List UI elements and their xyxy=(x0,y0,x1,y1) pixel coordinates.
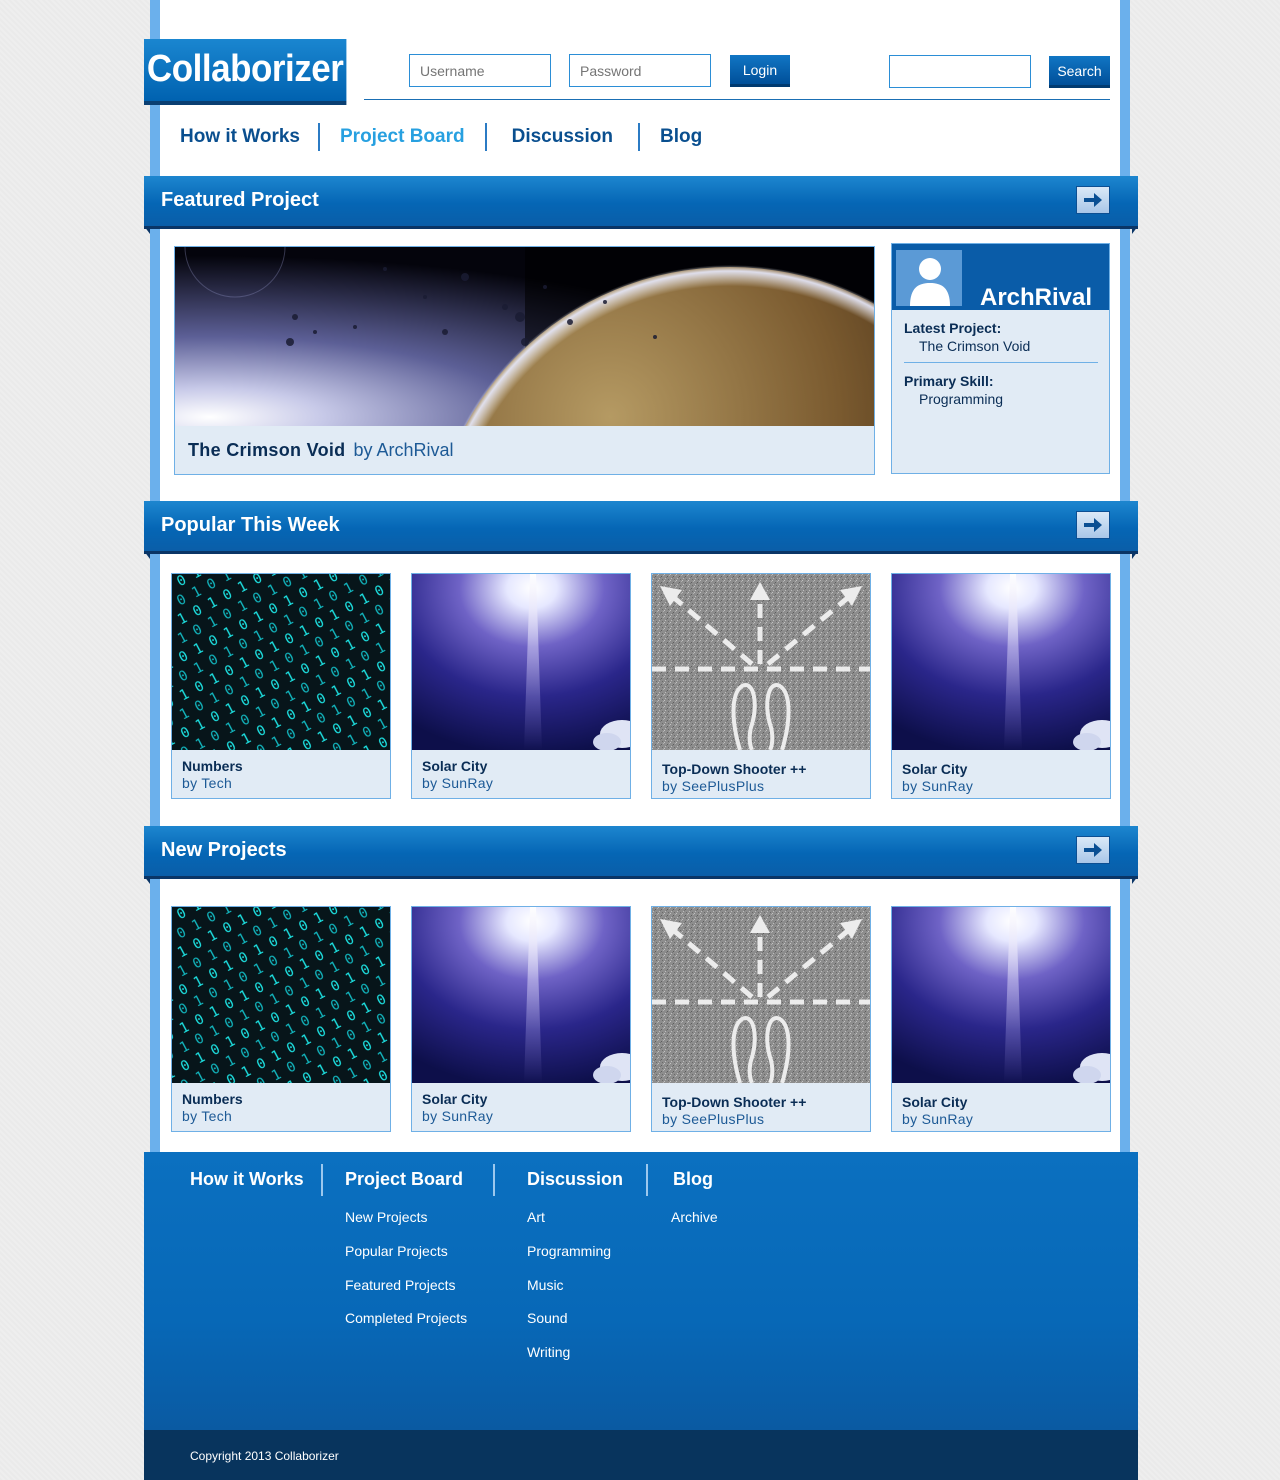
project-author: by SunRay xyxy=(902,1111,974,1127)
footer-heading-discussion[interactable]: Discussion xyxy=(527,1169,623,1190)
primary-skill-label: Primary Skill: xyxy=(904,373,994,389)
project-card[interactable]: Solar City by SunRay xyxy=(891,906,1111,1132)
project-title: Top-Down Shooter ++ xyxy=(662,1094,807,1110)
project-title: Top-Down Shooter ++ xyxy=(662,761,807,777)
footer-heading-how-it-works[interactable]: How it Works xyxy=(190,1169,304,1190)
copyright-text: Copyright 2013 Collaborizer xyxy=(190,1449,339,1463)
password-input[interactable] xyxy=(569,54,711,87)
footer-divider xyxy=(321,1164,323,1196)
footer-heading-blog[interactable]: Blog xyxy=(673,1169,713,1190)
site-footer: How it Works Project Board New Projects … xyxy=(144,1152,1138,1430)
featured-project-caption: The Crimson Void by ArchRival xyxy=(188,440,454,461)
nav-blog[interactable]: Blog xyxy=(637,123,722,151)
project-author: by SunRay xyxy=(422,1108,494,1124)
profile-details: Latest Project: The Crimson Void Primary… xyxy=(904,320,1098,407)
footer-link-art[interactable]: Art xyxy=(527,1209,545,1225)
road-arrows-image xyxy=(652,574,870,750)
footer-link-featured-projects[interactable]: Featured Projects xyxy=(345,1277,456,1293)
footer-link-programming[interactable]: Programming xyxy=(527,1243,611,1259)
nav-project-board[interactable]: Project Board xyxy=(318,123,485,151)
latest-project-label: Latest Project: xyxy=(904,320,1002,336)
nav-discussion[interactable]: Discussion xyxy=(484,123,638,151)
project-title: Numbers xyxy=(182,758,243,774)
featured-more-button[interactable] xyxy=(1076,186,1110,214)
latest-project-value[interactable]: The Crimson Void xyxy=(904,338,1098,354)
popular-section-header: Popular This Week xyxy=(144,501,1138,551)
login-button[interactable]: Login xyxy=(730,55,790,87)
footer-divider xyxy=(493,1164,495,1196)
footer-link-sound[interactable]: Sound xyxy=(527,1310,567,1326)
profile-header: ArchRival xyxy=(892,244,1109,312)
author-profile-card: ArchRival Latest Project: The Crimson Vo… xyxy=(891,243,1110,474)
section-title: Popular This Week xyxy=(161,514,340,536)
footer-link-writing[interactable]: Writing xyxy=(527,1344,570,1360)
binary-code-image xyxy=(172,574,390,750)
project-card[interactable]: Top-Down Shooter ++ by SeePlusPlus xyxy=(651,906,871,1132)
project-card[interactable]: Top-Down Shooter ++ by SeePlusPlus xyxy=(651,573,871,799)
project-card[interactable]: Numbers by Tech xyxy=(171,573,391,799)
site-logo[interactable]: Collaborizer xyxy=(144,39,347,101)
project-card[interactable]: Numbers by Tech xyxy=(171,906,391,1132)
popular-more-button[interactable] xyxy=(1076,511,1110,539)
profile-name[interactable]: ArchRival xyxy=(980,284,1092,312)
project-card[interactable]: Solar City by SunRay xyxy=(891,573,1111,799)
sun-rays-image xyxy=(412,574,630,750)
footer-link-archive[interactable]: Archive xyxy=(671,1209,718,1225)
section-title: Featured Project xyxy=(161,189,319,211)
arrow-right-icon xyxy=(1084,518,1102,532)
footer-link-completed-projects[interactable]: Completed Projects xyxy=(345,1310,467,1326)
footer-bottom-bar: Copyright 2013 Collaborizer xyxy=(144,1430,1138,1480)
project-author: by SeePlusPlus xyxy=(662,1111,765,1127)
featured-project-title[interactable]: The Crimson Void xyxy=(188,440,345,460)
section-title: New Projects xyxy=(161,839,287,861)
project-title: Solar City xyxy=(422,758,488,774)
binary-code-image xyxy=(172,907,390,1083)
search-button[interactable]: Search xyxy=(1049,56,1110,88)
logo-text: Collaborizer xyxy=(146,48,344,90)
profile-divider xyxy=(904,362,1098,363)
footer-link-new-projects[interactable]: New Projects xyxy=(345,1209,427,1225)
primary-skill-value: Programming xyxy=(919,391,1004,407)
arrow-right-icon xyxy=(1084,193,1102,207)
project-card[interactable]: Solar City by SunRay xyxy=(411,573,631,799)
arrow-right-icon xyxy=(1084,843,1102,857)
sun-rays-image xyxy=(892,907,1110,1083)
featured-section-header: Featured Project xyxy=(144,176,1138,226)
road-arrows-image xyxy=(652,907,870,1083)
footer-link-music[interactable]: Music xyxy=(527,1277,564,1293)
footer-link-popular-projects[interactable]: Popular Projects xyxy=(345,1243,448,1259)
username-input[interactable] xyxy=(409,54,551,87)
project-title: Solar City xyxy=(422,1091,488,1107)
project-author: by Tech xyxy=(182,775,233,791)
project-title: Solar City xyxy=(902,761,968,777)
header-divider xyxy=(364,99,1110,100)
featured-project-card[interactable]: The Crimson Void by ArchRival xyxy=(174,246,875,475)
avatar[interactable] xyxy=(896,250,962,306)
project-title: Numbers xyxy=(182,1091,243,1107)
new-projects-more-button[interactable] xyxy=(1076,836,1110,864)
project-author: by Tech xyxy=(182,1108,233,1124)
project-card[interactable]: Solar City by SunRay xyxy=(411,906,631,1132)
main-nav: How it Works Project Board Discussion Bl… xyxy=(160,122,722,152)
user-avatar-icon xyxy=(910,258,950,306)
project-author: by SunRay xyxy=(422,775,494,791)
footer-heading-project-board[interactable]: Project Board xyxy=(345,1169,463,1190)
sun-rays-image xyxy=(412,907,630,1083)
project-author: by SunRay xyxy=(902,778,974,794)
nav-how-it-works[interactable]: How it Works xyxy=(160,123,318,151)
featured-project-author[interactable]: by ArchRival xyxy=(353,440,453,460)
project-title: Solar City xyxy=(902,1094,968,1110)
footer-divider xyxy=(646,1164,648,1196)
search-input[interactable] xyxy=(889,55,1031,88)
new-projects-section-header: New Projects xyxy=(144,826,1138,876)
project-author: by SeePlusPlus xyxy=(662,778,765,794)
sun-rays-image xyxy=(892,574,1110,750)
featured-project-image xyxy=(175,247,874,426)
